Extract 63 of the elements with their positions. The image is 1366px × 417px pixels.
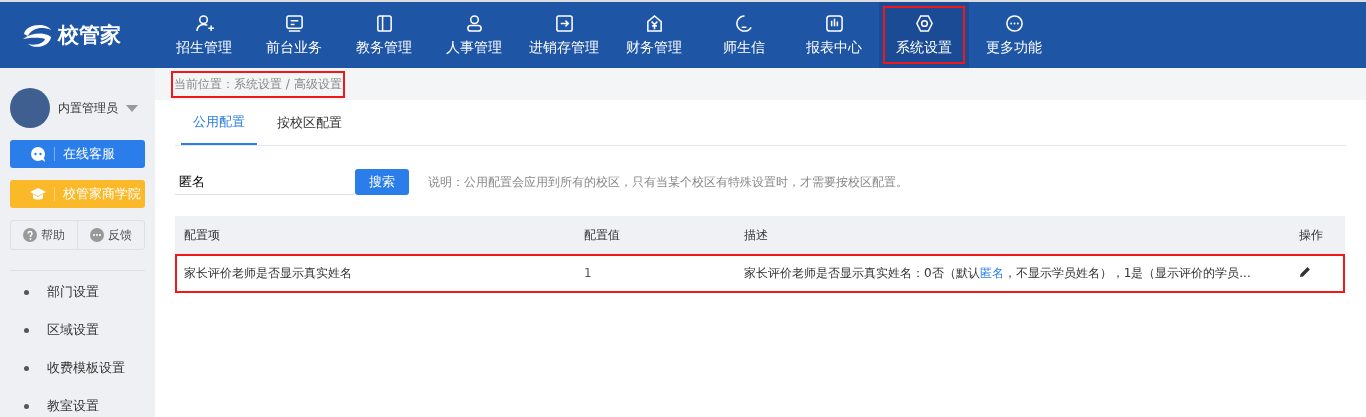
chat-face-icon: [30, 146, 46, 162]
help-icon: [23, 228, 37, 242]
column-header: 配置项: [183, 226, 221, 244]
sidebar-item[interactable]: 区域设置: [47, 321, 99, 339]
nav-label: 更多功能: [986, 38, 1042, 57]
edit-icon[interactable]: [1299, 265, 1311, 278]
nav-label: 报表中心: [806, 38, 862, 57]
nav-label: 进销存管理: [529, 38, 599, 57]
nav-item[interactable]: 教务管理: [339, 2, 429, 68]
column-header: 描述: [743, 226, 769, 244]
nav-label: 前台业务: [266, 38, 322, 57]
more-icon: [1004, 13, 1024, 33]
tab[interactable]: 按校区配置: [265, 100, 354, 145]
nav-item[interactable]: 更多功能: [969, 2, 1059, 68]
nav-item[interactable]: 报表中心: [789, 2, 879, 68]
nav-item[interactable]: 系统设置: [879, 2, 969, 68]
column-header: 操作: [1298, 226, 1324, 244]
nav-label: 财务管理: [626, 38, 682, 57]
nav-item[interactable]: 财务管理: [609, 2, 699, 68]
breadcrumb: 当前位置：系统设置 / 高级设置: [171, 70, 345, 98]
sidebar-item[interactable]: 部门设置: [47, 283, 99, 301]
nav-label: 系统设置: [896, 38, 952, 57]
note-text: 说明：公用配置会应用到所有的校区，只有当某个校区有特殊设置时，才需要按校区配置。: [428, 173, 908, 191]
yuan-house-icon: [644, 13, 664, 33]
person-icon: [464, 13, 484, 33]
column-header: 配置值: [583, 226, 621, 244]
online-service-button[interactable]: 在线客服: [10, 140, 145, 168]
screen-icon: [284, 13, 304, 33]
nav-item[interactable]: 招生管理: [159, 2, 249, 68]
chat-dots-icon: [90, 228, 104, 242]
chat-bubble-icon: [734, 13, 754, 33]
table-cell-text: 家长评价老师是否显示真实姓名：0否（默认匿名，不显示学员姓名），1是（显示评价的学员...: [743, 264, 1252, 282]
bar-chart-icon: [824, 13, 844, 33]
bullet-icon: [24, 289, 29, 295]
table-cell-text: 家长评价老师是否显示真实姓名: [183, 264, 353, 282]
bullet-icon: [24, 327, 29, 333]
sidebar-item[interactable]: 教室设置: [47, 397, 99, 415]
hexagon-gear-icon: [914, 13, 934, 33]
nav-item[interactable]: 进销存管理: [519, 2, 609, 68]
nav-label: 师生信: [723, 38, 765, 57]
bullet-icon: [24, 403, 29, 409]
search-button[interactable]: 搜索: [355, 169, 409, 195]
sidebar-item[interactable]: 收费模板设置: [47, 359, 125, 377]
nav-label: 教务管理: [356, 38, 412, 57]
nav-label: 人事管理: [446, 38, 502, 57]
arrow-box-icon: [554, 13, 574, 33]
avatar: [10, 88, 50, 128]
side-link[interactable]: 反馈: [77, 221, 144, 249]
user-name[interactable]: 内置管理员: [58, 99, 118, 117]
person-plus-icon: [194, 13, 214, 33]
table-cell-text: 1: [583, 266, 593, 280]
bullet-icon: [24, 365, 29, 371]
link-label: 反馈: [108, 226, 132, 244]
book-icon: [374, 13, 394, 33]
link-label: 帮助: [41, 226, 65, 244]
nav-item[interactable]: 人事管理: [429, 2, 519, 68]
brand-name: 校管家: [58, 22, 121, 49]
graduation-cap-icon: [30, 186, 46, 202]
side-link[interactable]: 帮助: [11, 221, 77, 249]
tab[interactable]: 公用配置: [181, 100, 257, 145]
nav-label: 招生管理: [176, 38, 232, 57]
nav-item[interactable]: 师生信: [699, 2, 789, 68]
nav-item[interactable]: 前台业务: [249, 2, 339, 68]
